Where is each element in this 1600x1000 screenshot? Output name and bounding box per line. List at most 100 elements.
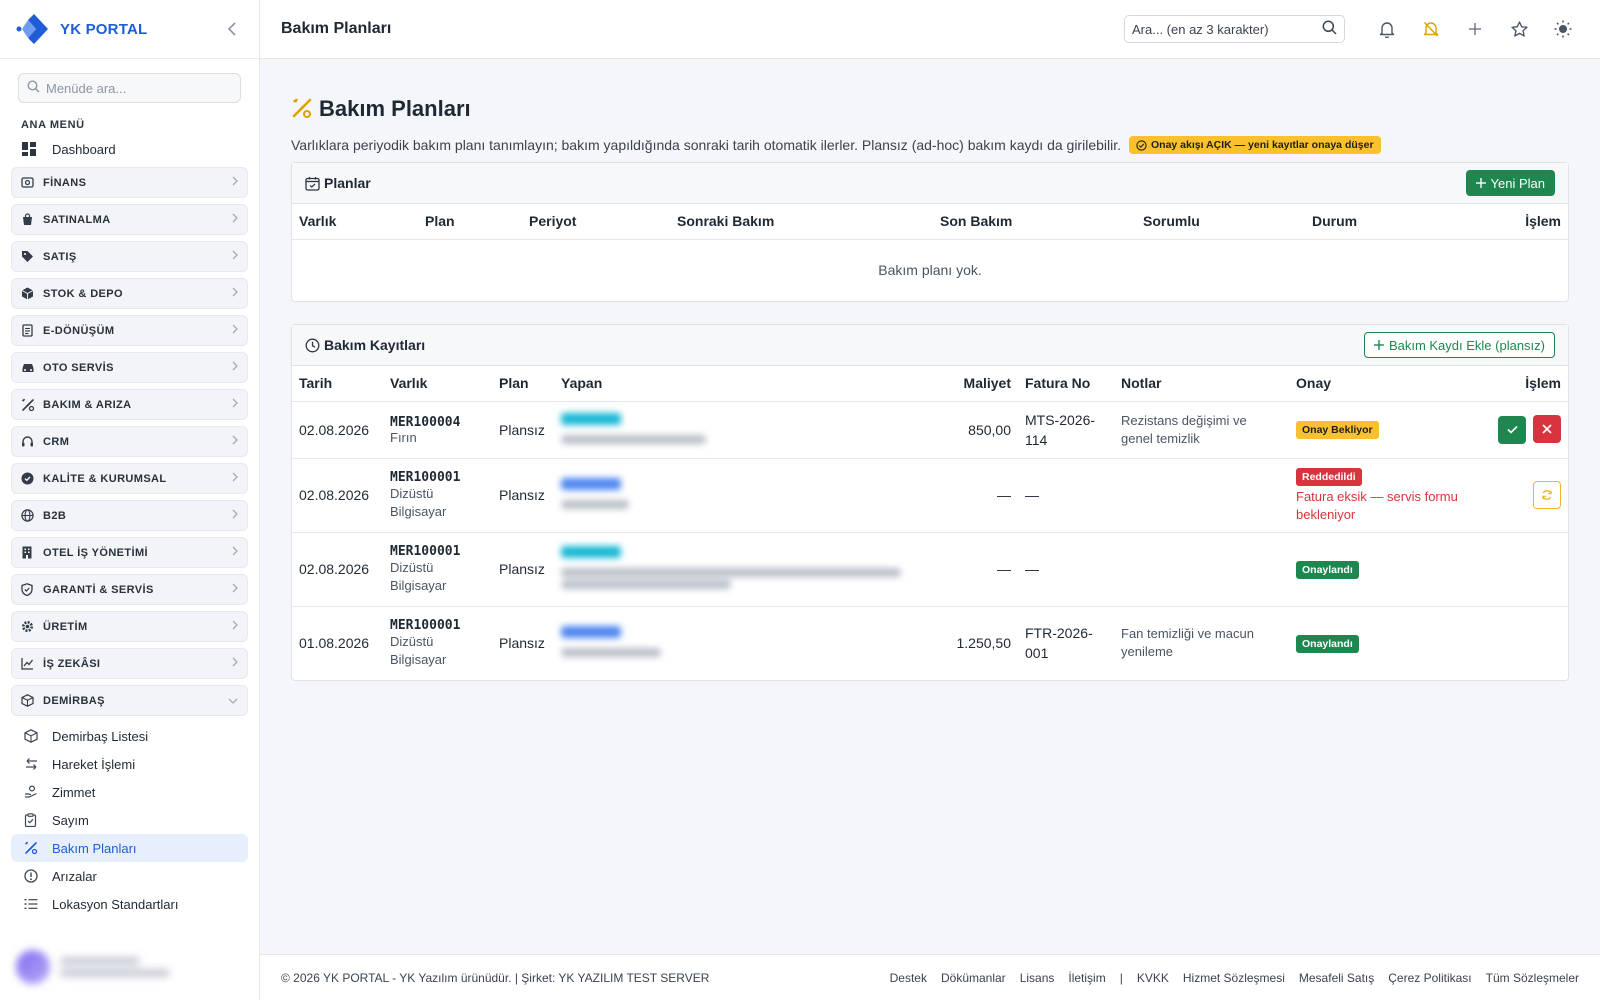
check-circle-icon xyxy=(1136,139,1147,151)
box-icon xyxy=(21,287,35,300)
new-plan-label: Yeni Plan xyxy=(1490,175,1545,191)
sidebar-module-15[interactable]: DEMİRBAŞ xyxy=(11,685,248,716)
alert-circle-icon xyxy=(24,869,40,883)
approval-cell: Onaylandı xyxy=(1289,606,1469,680)
sidebar-subitem-5[interactable]: Bakım Planları xyxy=(11,834,248,862)
approve-button[interactable] xyxy=(1498,415,1527,444)
gear-icon xyxy=(21,620,35,633)
footer-link-kvkk[interactable]: KVKK xyxy=(1137,971,1169,985)
record-date: 02.08.2026 xyxy=(292,532,383,607)
resubmit-button[interactable] xyxy=(1533,481,1561,509)
sidebar-subitem-2[interactable]: Hareket İşlemi xyxy=(11,750,248,778)
finance-icon xyxy=(21,176,35,189)
approval-flow-badge: Onay akışı AÇIK — yeni kayıtlar onaya dü… xyxy=(1129,136,1381,154)
column-header[interactable]: Fatura No xyxy=(1018,366,1114,402)
column-header[interactable]: Plan xyxy=(418,204,522,240)
add-record-button[interactable]: Bakım Kaydı Ekle (plansız) xyxy=(1363,332,1555,358)
brand-logo-icon[interactable] xyxy=(16,12,50,46)
footer-separator: | xyxy=(1119,970,1123,985)
sidebar-module-10[interactable]: B2B xyxy=(11,500,248,531)
sidebar-module-label: KALİTE & KURUMSAL xyxy=(43,472,167,485)
collapse-sidebar-icon[interactable] xyxy=(221,18,243,40)
sidebar-subitem-1[interactable]: Demirbaş Listesi xyxy=(11,722,248,750)
plus-icon[interactable] xyxy=(1459,13,1491,45)
asset-code[interactable]: MER100001 xyxy=(390,470,485,485)
sidebar-module-11[interactable]: OTEL İŞ YÖNETİMİ xyxy=(11,537,248,568)
sidebar-module-1[interactable]: FİNANS xyxy=(11,167,248,198)
sidebar-module-3[interactable]: SATIŞ xyxy=(11,241,248,272)
column-header[interactable]: Varlık xyxy=(383,366,492,402)
sidebar-module-4[interactable]: STOK & DEPO xyxy=(11,278,248,309)
sidebar-subitem-6[interactable]: Arızalar xyxy=(11,862,248,890)
column-header[interactable]: Sonraki Bakım xyxy=(670,204,933,240)
sidebar-subitem-label: Sayım xyxy=(52,812,89,828)
globe-icon xyxy=(21,509,35,522)
footer-link-docs[interactable]: Dökümanlar xyxy=(941,971,1006,985)
column-header[interactable]: Onay xyxy=(1289,366,1469,402)
close-icon xyxy=(1542,424,1552,434)
sidebar-module-7[interactable]: BAKIM & ARIZA xyxy=(11,389,248,420)
column-header[interactable]: Maliyet xyxy=(908,366,1018,402)
column-header[interactable]: Son Bakım xyxy=(933,204,1136,240)
asset-code[interactable]: MER100004 xyxy=(390,415,485,430)
footer-link-contact[interactable]: İletişim xyxy=(1068,971,1105,985)
chevron-right-icon xyxy=(232,435,238,448)
column-header[interactable]: Yapan xyxy=(554,366,908,402)
performer-redacted xyxy=(561,478,901,509)
column-header[interactable]: Periyot xyxy=(522,204,670,240)
sidebar-subitem-3[interactable]: Zimmet xyxy=(11,778,248,806)
table-row: 01.08.2026 MER100001 Dizüstü Bilgisayar … xyxy=(292,606,1568,680)
column-header[interactable]: Durum xyxy=(1305,204,1448,240)
column-header[interactable]: Varlık xyxy=(292,204,418,240)
new-plan-button[interactable]: Yeni Plan xyxy=(1465,170,1555,196)
status-badge: Onaylandı xyxy=(1296,560,1359,579)
sidebar-module-label: STOK & DEPO xyxy=(43,287,123,300)
sidebar-subitem-label: Lokasyon Standartları xyxy=(52,896,179,912)
plans-header-row: Varlık Plan Periyot Sonraki Bakım Son Ba… xyxy=(292,204,1568,240)
sidebar-module-13[interactable]: ÜRETİM xyxy=(11,611,248,642)
column-header[interactable]: Plan xyxy=(492,366,554,402)
sidebar-subitem-7[interactable]: Lokasyon Standartları xyxy=(11,890,248,918)
sidebar-module-8[interactable]: CRM xyxy=(11,426,248,457)
search-icon[interactable] xyxy=(1322,20,1337,38)
footer-link-service-agreement[interactable]: Hizmet Sözleşmesi xyxy=(1183,971,1285,985)
sidebar-subitem-label: Arızalar xyxy=(52,868,97,884)
user-profile[interactable] xyxy=(16,948,244,986)
footer-link-all-agreements[interactable]: Tüm Sözleşmeler xyxy=(1486,971,1579,985)
asset-code[interactable]: MER100001 xyxy=(390,618,485,633)
footer-link-support[interactable]: Destek xyxy=(890,971,927,985)
table-row: 02.08.2026 MER100004 Fırın Plansız 850,0… xyxy=(292,401,1568,459)
global-search-input[interactable] xyxy=(1132,21,1322,37)
sidebar-module-label: OTO SERVİS xyxy=(43,361,114,374)
menu-search-input[interactable] xyxy=(46,80,226,96)
column-header: İşlem xyxy=(1447,204,1568,240)
sidebar-module-12[interactable]: GARANTİ & SERVİS xyxy=(11,574,248,605)
asset-code[interactable]: MER100001 xyxy=(390,544,485,559)
bell-off-icon[interactable] xyxy=(1415,13,1447,45)
status-badge: Reddedildi xyxy=(1296,467,1362,486)
invoice-cell: — xyxy=(1018,532,1114,607)
star-icon[interactable] xyxy=(1503,13,1535,45)
sidebar-module-9[interactable]: KALİTE & KURUMSAL xyxy=(11,463,248,494)
building-icon xyxy=(21,546,35,559)
page-heading: Bakım Planları xyxy=(319,96,471,121)
sidebar-item-dashboard[interactable]: Dashboard xyxy=(22,135,259,163)
sidebar-module-5[interactable]: E-DÖNÜŞÜM xyxy=(11,315,248,346)
footer-link-license[interactable]: Lisans xyxy=(1020,971,1055,985)
sidebar-module-14[interactable]: İŞ ZEKÂSI xyxy=(11,648,248,679)
theme-sun-icon[interactable] xyxy=(1547,13,1579,45)
bell-icon[interactable] xyxy=(1371,13,1403,45)
sidebar-module-2[interactable]: SATINALMA xyxy=(11,204,248,235)
footer-link-cookie-policy[interactable]: Çerez Politikası xyxy=(1388,971,1471,985)
sidebar-module-6[interactable]: OTO SERVİS xyxy=(11,352,248,383)
column-header[interactable]: Tarih xyxy=(292,366,383,402)
column-header[interactable]: Notlar xyxy=(1114,366,1289,402)
column-header[interactable]: Sorumlu xyxy=(1136,204,1305,240)
sidebar-item-label: Dashboard xyxy=(52,141,116,157)
user-hand-icon xyxy=(24,785,40,799)
reject-button[interactable] xyxy=(1533,415,1561,444)
sidebar-subitem-4[interactable]: Sayım xyxy=(11,806,248,834)
brand-name[interactable]: YK PORTAL xyxy=(60,21,221,38)
chevron-right-icon xyxy=(232,620,238,633)
footer-link-distance-sales[interactable]: Mesafeli Satış xyxy=(1299,971,1374,985)
